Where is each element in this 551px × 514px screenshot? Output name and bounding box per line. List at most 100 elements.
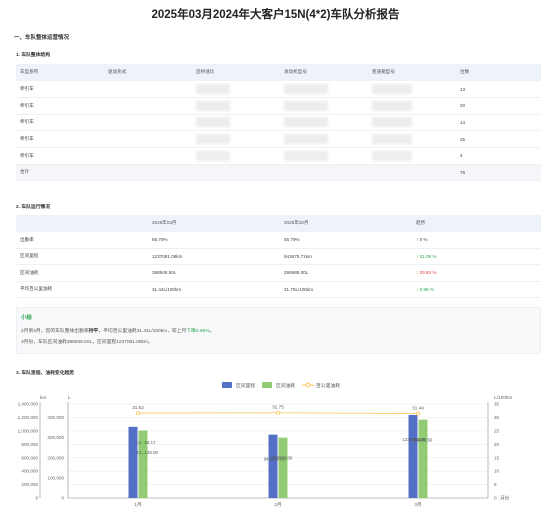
col-header-series: 车型系列 bbox=[16, 64, 104, 82]
right-axis-unit: L/100km bbox=[494, 395, 512, 401]
legend-swatch bbox=[262, 382, 272, 388]
right-axis-tick: 5 bbox=[494, 482, 497, 487]
table-row: 平均百公里油耗 31.44L/100km 31.75L/100km ↓ 0.98… bbox=[16, 281, 541, 298]
bar-mileage bbox=[408, 414, 418, 498]
cell-redacted bbox=[192, 130, 280, 148]
cell-metric: 区间油耗 bbox=[16, 264, 148, 282]
summary-line-1: 2月到3月，您的车队整体出勤率持平，平均百公里油耗31.44L/100km，较上… bbox=[21, 329, 215, 334]
right-axis-tick: 0 bbox=[494, 496, 497, 501]
summary-heading: 小结 bbox=[21, 315, 32, 321]
cell-redacted bbox=[104, 80, 192, 98]
right-axis-tick: 20 bbox=[494, 442, 500, 447]
cell-metric: 平均百公里油耗 bbox=[16, 281, 148, 298]
cell-trend: ↑ 31.09 % bbox=[412, 248, 541, 265]
bar-fuel bbox=[278, 437, 288, 498]
left-axis-unit: km bbox=[40, 395, 46, 401]
cell-redacted bbox=[280, 114, 368, 132]
table-header-row: 2025年03月 2025年02月 趋势 bbox=[16, 215, 541, 232]
cell-redacted bbox=[368, 114, 456, 132]
left-axis-tick: 1,000,000 bbox=[18, 428, 39, 433]
cell-count: 4 bbox=[456, 147, 541, 165]
cell-redacted bbox=[368, 130, 456, 148]
table-row: 牵引车 13 bbox=[16, 80, 541, 98]
summary-line-2: 3月份，车队区间油耗388948.50L，区间里程1237081.08km。 bbox=[21, 340, 153, 345]
table-row: 区间油耗 388948.50L 299588.00L ↑ 29.83 % bbox=[16, 264, 541, 282]
right-axis-tick: 35 bbox=[494, 402, 500, 407]
fleet-structure-table: 车型系列 驱动形式 后桥速比 发动机型号 变速箱型号 台数 牵引车 13 牵引车… bbox=[16, 64, 541, 182]
col-header-current-month: 2025年03月 bbox=[148, 215, 280, 232]
cell-series: 牵引车 bbox=[16, 147, 104, 165]
report-title: 2025年03月2024年大客户15N(4*2)车队分析报告 bbox=[151, 9, 400, 21]
col-header-gearbox: 变速箱型号 bbox=[368, 64, 456, 82]
cell-total-label: 合计 bbox=[16, 164, 104, 182]
table-row: 牵引车 25 bbox=[16, 130, 541, 148]
x-axis-unit: 月份 bbox=[500, 495, 510, 502]
cell-redacted bbox=[192, 97, 280, 115]
table-row: 牵引车 4 bbox=[16, 147, 541, 165]
cell-redacted bbox=[368, 147, 456, 165]
table-row: 牵引车 14 bbox=[16, 114, 541, 132]
cell-trend: ↑ 0 % bbox=[412, 231, 541, 249]
left-axis-tick: 800,000 bbox=[21, 442, 38, 447]
left-axis-tick: 1,200,000 bbox=[18, 415, 39, 420]
cell-previous: 943675.71km bbox=[280, 248, 412, 265]
col-header-drive: 驱动形式 bbox=[104, 64, 192, 82]
col-header-metric bbox=[16, 215, 148, 232]
subsection-title-structure: 1. 车队整体结构 bbox=[16, 53, 51, 58]
cell-redacted bbox=[368, 97, 456, 115]
bar-label-mileage: 10...64.17 bbox=[136, 440, 156, 445]
cell-redacted bbox=[280, 80, 368, 98]
bar-fuel bbox=[418, 419, 428, 498]
cell-series: 牵引车 bbox=[16, 130, 104, 148]
bar-mileage bbox=[268, 434, 278, 498]
left-axis-tick: 400,000 bbox=[21, 469, 38, 474]
x-axis-tick: 3月 bbox=[414, 502, 421, 508]
right-axis-tick: 15 bbox=[494, 455, 500, 460]
cell-trend: ↑ 29.83 % bbox=[412, 264, 541, 282]
col-header-axle-ratio: 后桥速比 bbox=[192, 64, 280, 82]
middle-axis-tick: 200,000 bbox=[47, 455, 64, 460]
mileage-fuel-trend-chart: 区间里程 区间油耗 百公里油耗 km L L/100km 0 200,000 400,000 60… bbox=[18, 382, 512, 508]
table-row: 区间里程 1237081.08km 943675.71km ↑ 31.09 % bbox=[16, 248, 541, 265]
legend-swatch bbox=[222, 382, 232, 388]
cell-series: 牵引车 bbox=[16, 114, 104, 132]
cell-redacted bbox=[368, 80, 456, 98]
bar-label-fuel: 388948.50 bbox=[412, 438, 433, 443]
cell-previous: 299588.00L bbox=[280, 264, 412, 282]
left-axis-tick: 600,000 bbox=[21, 455, 38, 460]
left-axis-tick: 0 bbox=[35, 496, 38, 501]
table-total-row: 合计 76 bbox=[16, 164, 541, 182]
cell-redacted bbox=[104, 114, 192, 132]
cell-count: 20 bbox=[456, 97, 541, 115]
col-header-trend: 趋势 bbox=[412, 215, 541, 232]
col-header-count: 台数 bbox=[456, 64, 541, 82]
middle-axis-tick: 0 bbox=[61, 496, 64, 501]
bar-label-fuel: 33...128.00 bbox=[136, 450, 159, 455]
left-axis-tick: 1,400,000 bbox=[18, 402, 39, 407]
middle-axis-tick: 400,000 bbox=[47, 415, 64, 420]
cell-redacted bbox=[280, 147, 368, 165]
legend-label: 区间油耗 bbox=[276, 382, 295, 389]
cell-redacted bbox=[192, 147, 280, 165]
middle-axis-unit: L bbox=[68, 395, 71, 401]
x-axis-tick: 2月 bbox=[274, 502, 281, 508]
cell-current: 65.79% bbox=[148, 231, 280, 249]
cell-redacted bbox=[192, 80, 280, 98]
cell-redacted bbox=[280, 97, 368, 115]
cell-redacted bbox=[104, 147, 192, 165]
cell-metric: 出勤率 bbox=[16, 231, 148, 249]
table-row: 牵引车 20 bbox=[16, 97, 541, 115]
cell-total-count: 76 bbox=[456, 164, 541, 182]
cell-count: 25 bbox=[456, 130, 541, 148]
table-row: 出勤率 65.79% 65.79% ↑ 0 % bbox=[16, 231, 541, 249]
cell-trend: ↓ 0.98 % bbox=[412, 281, 541, 298]
cell-metric: 区间里程 bbox=[16, 248, 148, 265]
summary-box: 小结 2月到3月，您的车队整体出勤率持平，平均百公里油耗31.44L/100km… bbox=[16, 307, 541, 354]
line-point bbox=[135, 411, 140, 416]
bar-mileage bbox=[128, 426, 138, 498]
cell-redacted bbox=[104, 97, 192, 115]
fleet-operation-table: 2025年03月 2025年02月 趋势 出勤率 65.79% 65.79% ↑… bbox=[16, 215, 541, 298]
cell-count: 13 bbox=[456, 80, 541, 98]
x-axis-tick: 1月 bbox=[134, 502, 141, 508]
cell-current: 31.44L/100km bbox=[148, 281, 280, 298]
